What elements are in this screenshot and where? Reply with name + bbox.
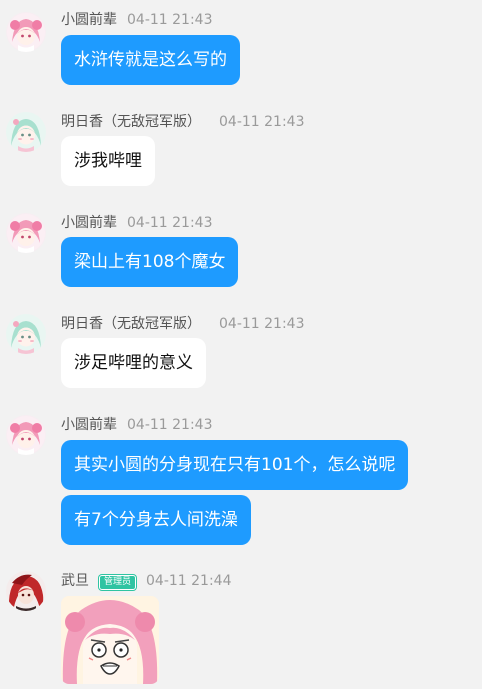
message-time: 04-11 21:43: [127, 417, 213, 433]
pink-hair-girl-avatar[interactable]: [6, 12, 46, 52]
sender-name[interactable]: 小圆前辈: [61, 215, 117, 231]
sender-name[interactable]: 明日香（无敌冠军版）: [61, 114, 201, 130]
mint-hair-girl-avatar[interactable]: [6, 112, 46, 152]
mint-hair-girl-avatar[interactable]: [6, 314, 46, 354]
sender-name[interactable]: 小圆前辈: [61, 417, 117, 433]
message-meta: 明日香（无敌冠军版） 04-11 21:43: [61, 112, 304, 132]
message-time: 04-11 21:43: [127, 12, 213, 28]
message-bubble[interactable]: 涉我哔哩: [61, 136, 155, 186]
sender-name[interactable]: 明日香（无敌冠军版）: [61, 316, 201, 332]
message-time: 04-11 21:44: [146, 573, 232, 589]
message-bubble[interactable]: 水浒传就是这么写的: [61, 35, 240, 85]
pink-hair-girl-avatar[interactable]: [6, 415, 46, 455]
message-meta: 武旦 管理员 04-11 21:44: [61, 571, 232, 591]
red-hair-character-avatar[interactable]: [6, 571, 46, 611]
message-meta: 小圆前辈 04-11 21:43: [61, 10, 212, 30]
admin-badge: 管理员: [99, 575, 137, 590]
message-time: 04-11 21:43: [127, 215, 213, 231]
message-bubble[interactable]: 梁山上有108个魔女: [61, 237, 239, 287]
message-meta: 明日香（无敌冠军版） 04-11 21:43: [61, 314, 304, 334]
sender-name[interactable]: 武旦: [61, 573, 89, 589]
pink-hair-girl-avatar[interactable]: [6, 213, 46, 253]
shocked-pink-hair-girl-sticker[interactable]: [61, 596, 159, 684]
message-bubble[interactable]: 有7个分身去人间洗澡: [61, 495, 251, 545]
message-time: 04-11 21:43: [219, 316, 305, 332]
message-meta: 小圆前辈 04-11 21:43: [61, 213, 212, 233]
message-bubble[interactable]: 其实小圆的分身现在只有101个，怎么说呢: [61, 440, 409, 490]
chat-history: 小圆前辈 04-11 21:43 水浒传就是这么写的 明日香（无敌冠军版） 04-1…: [0, 0, 482, 689]
sender-name[interactable]: 小圆前辈: [61, 12, 117, 28]
message-time: 04-11 21:43: [219, 114, 305, 130]
message-meta: 小圆前辈 04-11 21:43: [61, 415, 212, 435]
message-bubble[interactable]: 涉足哔哩的意义: [61, 338, 206, 388]
